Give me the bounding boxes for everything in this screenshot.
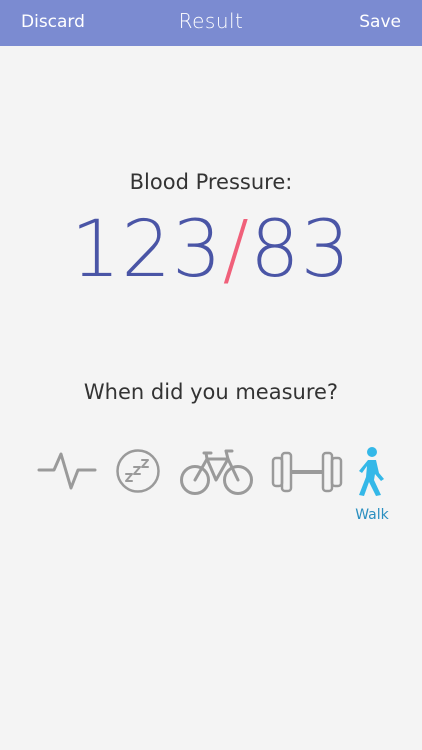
bicycle-icon <box>180 449 253 495</box>
activity-strength[interactable] <box>271 450 343 494</box>
activity-sleep[interactable] <box>115 448 161 494</box>
activity-heartbeat[interactable] <box>37 448 97 492</box>
systolic-value: 123 <box>70 205 223 295</box>
sleep-icon <box>116 449 160 493</box>
blood-pressure-value: 123/83 <box>0 205 422 295</box>
activity-walk-label: Walk <box>355 507 389 523</box>
activity-cycling[interactable] <box>180 447 254 497</box>
navigation-bar: Discard Result Save <box>0 0 422 46</box>
value-separator: / <box>222 205 250 295</box>
measure-time-question: When did you measure? <box>83 380 339 404</box>
blood-pressure-label: Blood Pressure: <box>129 170 293 194</box>
save-button[interactable]: Save <box>359 12 401 32</box>
diastolic-value: 83 <box>249 205 352 295</box>
activity-walk[interactable]: Walk <box>355 446 389 523</box>
activity-selector: Walk <box>0 446 422 536</box>
walk-icon <box>359 447 384 496</box>
heartbeat-icon <box>37 452 97 490</box>
dumbbell-icon <box>271 451 343 493</box>
